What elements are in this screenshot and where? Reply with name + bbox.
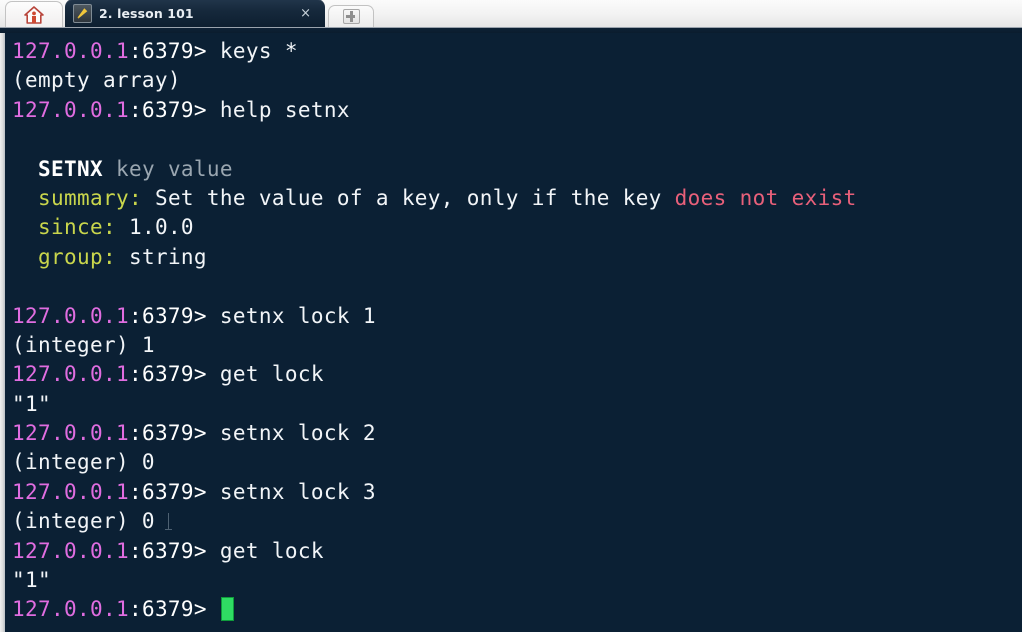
- help-field-value: Set the value of a key, only if the key: [141, 185, 675, 210]
- command-text: help setnx: [219, 97, 350, 122]
- terminal-line: 127.0.0.1:6379>: [12, 595, 1022, 624]
- terminal-output: 127.0.0.1:6379> keys * (empty array) 127.0…: [5, 33, 1022, 632]
- terminal-line: "1": [12, 566, 1022, 595]
- terminal-line: 127.0.0.1:6379> get lock: [12, 537, 1022, 566]
- prompt-host: 127.0.0.1: [12, 421, 129, 446]
- text-cursor: [220, 597, 234, 622]
- home-icon: [24, 5, 44, 24]
- terminal-line: 127.0.0.1:6379> keys *: [12, 37, 1022, 66]
- help-command-args: key value: [115, 156, 233, 181]
- prompt-host: 127.0.0.1: [12, 97, 129, 122]
- prompt-host: 127.0.0.1: [12, 39, 129, 63]
- terminal-line: [12, 272, 1022, 301]
- help-field-value: 1.0.0: [115, 215, 194, 240]
- command-text: keys *: [219, 39, 298, 63]
- command-text: setnx lock 1: [219, 303, 376, 328]
- prompt-port: :6379>: [128, 479, 220, 504]
- prompt-port: :6379>: [128, 303, 220, 328]
- terminal-line: summary: Set the value of a key, only if…: [12, 184, 1022, 213]
- help-command-name: SETNX: [38, 156, 116, 181]
- terminal-line: 127.0.0.1:6379> setnx lock 2: [12, 419, 1022, 448]
- terminal-line: (integer) 0: [12, 448, 1022, 477]
- terminal-line: (integer) 0: [12, 507, 1022, 536]
- prompt-host: 127.0.0.1: [12, 362, 129, 387]
- command-text: get lock: [219, 538, 324, 563]
- prompt-port: :6379>: [128, 97, 220, 122]
- prompt-port: :6379>: [128, 362, 220, 387]
- terminal-line: [12, 125, 1022, 154]
- help-field-value: string: [115, 244, 207, 269]
- terminal-pane[interactable]: 127.0.0.1:6379> keys * (empty array) 127.0…: [0, 33, 1022, 632]
- command-text: setnx lock 2: [219, 421, 376, 446]
- terminal-line: SETNX key value: [12, 155, 1022, 184]
- tab-bar: 2. lesson 101 ×: [0, 0, 1022, 28]
- terminal-line: since: 1.0.0: [12, 213, 1022, 242]
- help-field-label: since:: [38, 215, 116, 240]
- prompt-port: :6379>: [128, 421, 220, 446]
- output-text: "1": [12, 391, 51, 416]
- command-text: get lock: [219, 362, 324, 387]
- output-text: (integer) 1: [12, 332, 155, 357]
- help-field-label: group:: [38, 244, 116, 269]
- prompt-host: 127.0.0.1: [12, 479, 129, 504]
- session-tab[interactable]: 2. lesson 101 ×: [65, 0, 325, 27]
- terminal-line: group: string: [12, 243, 1022, 272]
- output-text: (integer) 0: [12, 450, 155, 475]
- output-text: "1": [12, 568, 51, 593]
- close-icon[interactable]: ×: [296, 7, 315, 20]
- output-text: (empty array): [12, 68, 181, 93]
- terminal-window: 2. lesson 101 × 127.0.0.1:6379> keys * (e…: [0, 0, 1022, 632]
- prompt-host: 127.0.0.1: [12, 538, 129, 563]
- terminal-line: (empty array): [12, 66, 1022, 95]
- home-tab[interactable]: [5, 1, 63, 27]
- output-text: (integer) 0: [12, 509, 155, 534]
- command-text: setnx lock 3: [219, 479, 376, 504]
- prompt-host: 127.0.0.1: [12, 303, 129, 328]
- plus-icon: [342, 9, 360, 24]
- terminal-line: 127.0.0.1:6379> help setnx: [12, 96, 1022, 125]
- help-field-label: summary:: [38, 185, 142, 210]
- session-tab-label: 2. lesson 101: [99, 5, 194, 21]
- prompt-port: :6379>: [128, 538, 220, 563]
- terminal-app-icon: [73, 3, 92, 23]
- mouse-ibeam-pointer: [164, 513, 172, 531]
- terminal-line: (integer) 1: [12, 331, 1022, 360]
- terminal-line: "1": [12, 390, 1022, 419]
- prompt-port: :6379>: [128, 39, 220, 63]
- terminal-line: 127.0.0.1:6379> get lock: [12, 360, 1022, 389]
- prompt-port: :6379>: [128, 597, 220, 622]
- new-tab-button[interactable]: [328, 5, 374, 27]
- terminal-line: 127.0.0.1:6379> setnx lock 1: [12, 302, 1022, 331]
- help-field-highlight: does not exist: [674, 185, 857, 210]
- prompt-host: 127.0.0.1: [12, 597, 129, 622]
- terminal-line: 127.0.0.1:6379> setnx lock 3: [12, 478, 1022, 507]
